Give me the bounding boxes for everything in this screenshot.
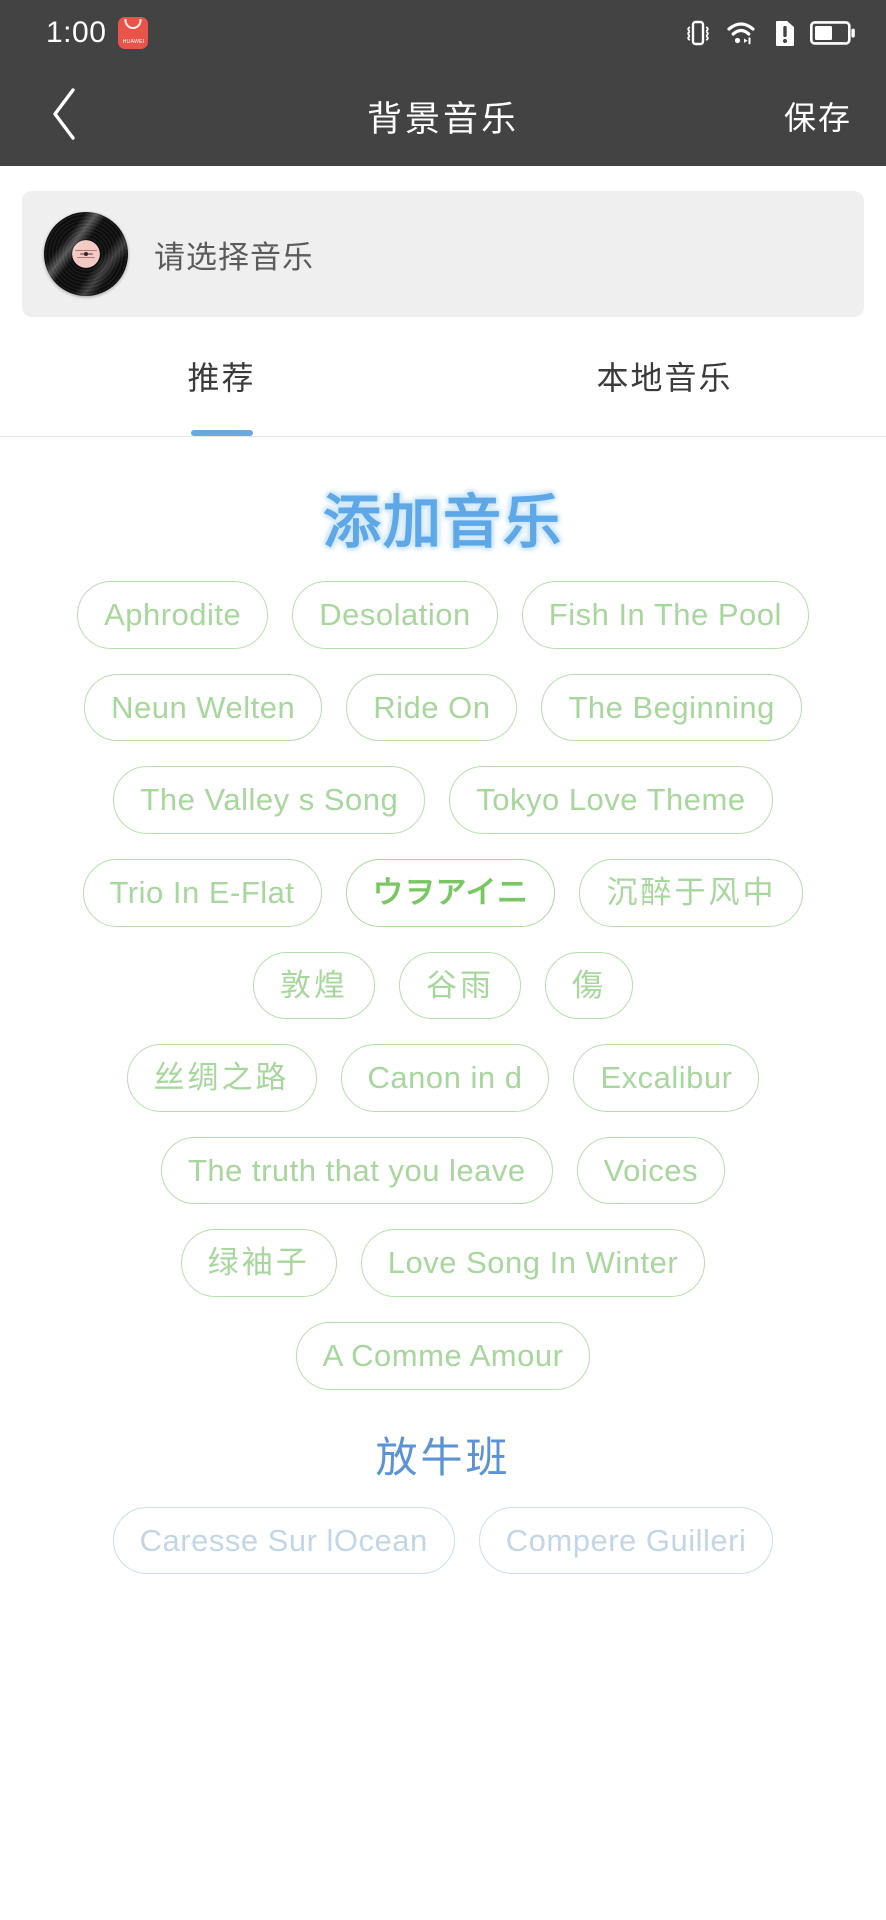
status-time: 1:00	[46, 16, 107, 49]
music-chip[interactable]: Trio In E-Flat	[82, 858, 322, 927]
page-title: 背景音乐	[366, 99, 519, 139]
vibrate-icon	[684, 18, 712, 48]
section-title: 放牛班	[375, 1433, 511, 1481]
music-chip[interactable]: Canon in d	[340, 1044, 550, 1112]
chip-row: Caresse Sur lOcean Compere Guilleri	[0, 1506, 886, 1575]
tab-bar: 推荐 本地音乐	[0, 347, 886, 437]
vinyl-record-icon	[44, 212, 128, 296]
chevron-left-icon	[47, 85, 81, 148]
music-chip[interactable]: Voices	[576, 1136, 726, 1205]
huawei-brand-icon: HUAWEI	[118, 17, 149, 49]
status-bar: 1:00 HUAWEI	[0, 0, 886, 66]
music-chip[interactable]: The Valley s Song	[113, 766, 426, 834]
music-chip[interactable]: 沉醉于风中	[579, 858, 804, 927]
phone-screen: 1:00 HUAWEI 背景音乐 保存 请选择音乐 推荐 本地音乐 添加音乐 A…	[0, 0, 886, 1920]
music-placeholder-text: 请选择音乐	[154, 239, 314, 275]
music-chip[interactable]: Aphrodite	[77, 581, 269, 649]
vinyl-label	[67, 235, 105, 273]
selected-music-card[interactable]: 请选择音乐	[22, 191, 864, 317]
music-chip[interactable]: Ride On	[346, 673, 518, 742]
back-button[interactable]	[34, 86, 94, 146]
chip-row: 丝绸之路 Canon in d Excalibur	[0, 1044, 886, 1112]
chip-row: Neun Welten Ride On The Beginning	[0, 673, 886, 742]
section-title: 添加音乐	[322, 490, 563, 555]
music-chip[interactable]: Excalibur	[573, 1044, 760, 1112]
status-bar-right	[684, 18, 856, 48]
chip-row: A Comme Amour	[0, 1322, 886, 1390]
tab-recommend[interactable]: 推荐	[0, 347, 443, 436]
music-chip[interactable]: Caresse Sur lOcean	[112, 1506, 455, 1575]
sim-alert-icon	[774, 18, 796, 48]
music-chip[interactable]: 绿袖子	[180, 1229, 337, 1298]
music-chip[interactable]: 傷	[545, 951, 633, 1020]
music-chip[interactable]: ウヲアイニ	[345, 858, 556, 927]
chip-row: Trio In E-Flat ウヲアイニ 沉醉于风中	[0, 858, 886, 927]
tab-local-music[interactable]: 本地音乐	[443, 347, 886, 436]
music-chip[interactable]: Tokyo Love Theme	[449, 766, 773, 834]
music-chip[interactable]: Fish In The Pool	[521, 581, 809, 649]
status-bar-left: 1:00 HUAWEI	[46, 16, 149, 50]
app-header: 背景音乐 保存	[0, 66, 886, 166]
tab-local-music-label: 本地音乐	[596, 360, 733, 396]
music-chip[interactable]: The Beginning	[541, 673, 802, 742]
music-chip[interactable]: Love Song In Winter	[360, 1229, 706, 1298]
chip-row: 敦煌 谷雨傷	[0, 951, 886, 1020]
music-chip[interactable]: 谷雨	[399, 951, 521, 1020]
music-chip[interactable]: Neun Welten	[84, 673, 323, 742]
music-chip[interactable]: A Comme Amour	[295, 1322, 591, 1390]
chip-row: The truth that you leave Voices	[0, 1136, 886, 1205]
wifi-icon	[726, 18, 760, 48]
chip-row: 绿袖子 Love Song In Winter	[0, 1229, 886, 1298]
music-chip[interactable]: Desolation	[292, 581, 498, 649]
chip-row: Aphrodite Desolation Fish In The Pool	[0, 581, 886, 649]
tab-active-indicator	[190, 430, 253, 436]
music-list-content: 添加音乐 Aphrodite Desolation Fish In The Pool N…	[0, 437, 886, 1575]
chip-row: The Valley s Song Tokyo Love Theme	[0, 766, 886, 834]
tab-recommend-label: 推荐	[187, 360, 256, 396]
music-chip[interactable]: 丝绸之路	[126, 1044, 317, 1112]
save-button[interactable]: 保存	[784, 93, 852, 139]
battery-icon	[810, 20, 856, 46]
music-chip[interactable]: The truth that you leave	[160, 1136, 553, 1205]
huawei-brand-label: HUAWEI	[122, 38, 145, 45]
music-chip[interactable]: Compere Guilleri	[478, 1506, 774, 1575]
music-chip[interactable]: 敦煌	[253, 951, 375, 1020]
